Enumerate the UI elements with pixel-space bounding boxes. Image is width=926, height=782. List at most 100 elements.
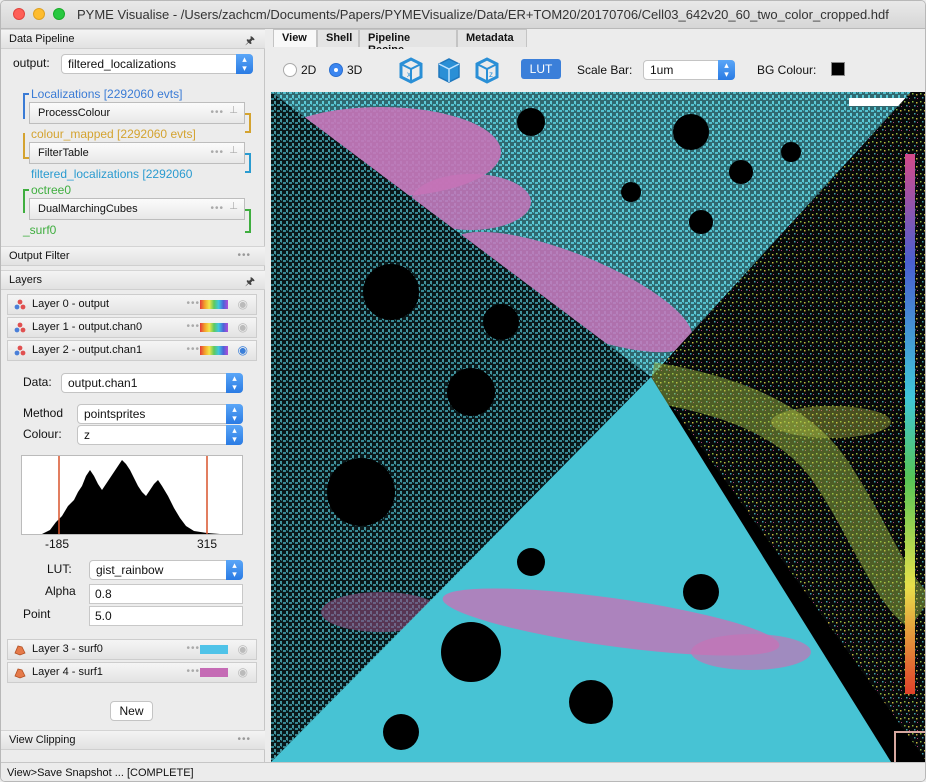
tab-metadata[interactable]: Metadata — [457, 29, 527, 47]
pipeline-output-colour-mapped[interactable]: colour_mapped [2292060 evts] — [31, 127, 196, 141]
pin-icon[interactable]: ⊥ — [229, 145, 238, 156]
pipeline-connector — [245, 153, 251, 173]
view-clipping-title: View Clipping — [9, 734, 76, 746]
drag-handle-icon[interactable]: ••• — [186, 643, 200, 654]
pin-icon[interactable]: ⊥ — [229, 201, 238, 212]
output-select-value: filtered_localizations — [68, 57, 177, 71]
pipeline-output-surf0[interactable]: _surf0 — [23, 223, 56, 237]
select-arrows-icon: ▴ ▾ — [226, 425, 243, 445]
drag-handle-icon[interactable]: ••• — [186, 321, 200, 332]
mode-2d-label: 2D — [301, 63, 317, 77]
output-select[interactable]: filtered_localizations ▴ ▾ — [61, 54, 253, 74]
drag-handle-icon[interactable]: ••• — [186, 344, 200, 355]
tab-view[interactable]: View — [273, 29, 317, 47]
method-select-value: pointsprites — [84, 407, 146, 421]
data-select[interactable]: output.chan1 ▴ ▾ — [61, 373, 243, 393]
lut-select-value: gist_rainbow — [96, 563, 164, 577]
histogram[interactable] — [21, 455, 243, 535]
layers-header[interactable]: Layers 🖈 — [1, 270, 265, 290]
tab-shell[interactable]: Shell — [317, 29, 359, 47]
histogram-max: 315 — [197, 537, 218, 551]
histogram-plot — [42, 456, 220, 534]
layer-label: Layer 4 - surf1 — [32, 666, 103, 678]
view-clipping-header[interactable]: View Clipping ••• — [1, 730, 265, 750]
module-filtertable[interactable]: FilterTable ••• ⊥ — [29, 142, 245, 164]
close-window-button[interactable] — [13, 8, 25, 20]
svg-text:x: x — [407, 70, 411, 79]
mode-3d-label: 3D — [347, 63, 363, 77]
pipeline-connector — [245, 113, 251, 133]
bg-colour-label: BG Colour: — [757, 63, 817, 77]
eye-icon[interactable]: ◉ — [238, 642, 248, 656]
drag-handle-icon[interactable]: ••• — [210, 107, 224, 118]
eye-icon[interactable]: ◉ — [238, 343, 248, 357]
window-title: PYME Visualise - /Users/zachcm/Documents… — [77, 7, 889, 22]
point-size-input[interactable]: 5.0 — [89, 606, 243, 626]
bg-colour-swatch[interactable] — [831, 62, 845, 76]
module-processcolour[interactable]: ProcessColour ••• ⊥ — [29, 102, 245, 124]
data-label: Data: — [23, 375, 52, 389]
layer-row-0[interactable]: Layer 0 - output ••• ◉ — [7, 294, 257, 315]
drag-handle-icon[interactable]: ••• — [186, 298, 200, 309]
render-canvas[interactable] — [271, 92, 925, 762]
module-name: DualMarchingCubes — [38, 203, 138, 215]
pipeline-connector — [245, 209, 251, 233]
method-select[interactable]: pointsprites ▴ ▾ — [77, 404, 243, 424]
eye-icon[interactable]: ◉ — [238, 320, 248, 334]
pipeline-output-octree[interactable]: octree0 — [31, 183, 71, 197]
mode-3d-radio[interactable] — [329, 63, 343, 77]
pin-icon[interactable]: 🖈 — [245, 273, 255, 292]
drag-handle-icon[interactable]: ••• — [210, 147, 224, 158]
drag-handle-icon[interactable]: ••• — [237, 250, 251, 261]
colour-select[interactable]: z ▴ ▾ — [77, 425, 243, 445]
scale-bar-select[interactable]: 1um ▴ ▾ — [643, 60, 735, 80]
drag-handle-icon[interactable]: ••• — [237, 734, 251, 745]
alpha-input[interactable]: 0.8 — [89, 584, 243, 604]
layer-row-1[interactable]: Layer 1 - output.chan0 ••• ◉ — [7, 317, 257, 338]
rendered-scene — [271, 92, 925, 762]
view-front-cube-icon[interactable]: x — [395, 55, 427, 85]
lut-select[interactable]: gist_rainbow ▴ ▾ — [89, 560, 243, 580]
data-select-value: output.chan1 — [68, 376, 138, 390]
scale-bar-label: Scale Bar: — [577, 63, 633, 77]
svg-text:z: z — [489, 70, 493, 79]
lut-swatch — [200, 323, 228, 332]
pipeline-output-localizations[interactable]: Localizations [2292060 evts] — [31, 87, 182, 101]
pin-icon[interactable]: 🖈 — [245, 32, 255, 51]
scale-bar-value: 1um — [650, 63, 674, 77]
layer-row-3[interactable]: Layer 3 - surf0 ••• ◉ — [7, 639, 257, 660]
zoom-window-button[interactable] — [53, 8, 65, 20]
surface-layer-icon — [14, 645, 26, 656]
layers-title: Layers — [9, 274, 43, 286]
select-arrows-icon: ▴ ▾ — [226, 560, 243, 580]
eye-icon[interactable]: ◉ — [238, 297, 248, 311]
drag-handle-icon[interactable]: ••• — [210, 203, 224, 214]
view-side-cube-icon[interactable]: z — [471, 55, 503, 85]
new-layer-button[interactable]: New — [110, 701, 153, 721]
surface-layer-icon — [14, 668, 26, 679]
eye-icon[interactable]: ◉ — [238, 665, 248, 679]
layer-row-4[interactable]: Layer 4 - surf1 ••• ◉ — [7, 662, 257, 683]
alpha-value: 0.8 — [95, 587, 112, 601]
data-pipeline-title: Data Pipeline — [9, 33, 75, 45]
lut-swatch — [200, 346, 228, 355]
output-filter-header[interactable]: Output Filter ••• — [1, 246, 265, 266]
status-text: View>Save Snapshot ... [COMPLETE] — [7, 767, 194, 779]
view-top-cube-icon[interactable] — [433, 55, 465, 85]
alpha-label: Alpha — [45, 584, 76, 598]
points-layer-icon — [14, 299, 26, 310]
output-label: output: — [13, 56, 50, 70]
mode-2d-radio[interactable] — [283, 63, 297, 77]
minimize-window-button[interactable] — [33, 8, 45, 20]
drag-handle-icon[interactable]: ••• — [186, 666, 200, 677]
left-panel: Data Pipeline 🖈 output: filtered_localiz… — [1, 29, 265, 762]
layer-label: Layer 1 - output.chan0 — [32, 321, 143, 333]
data-pipeline-header[interactable]: Data Pipeline 🖈 — [1, 29, 265, 49]
tab-pipeline-recipe[interactable]: Pipeline Recipe — [359, 29, 457, 56]
layer-row-2[interactable]: Layer 2 - output.chan1 ••• ◉ — [7, 340, 257, 361]
pipeline-output-filtered[interactable]: filtered_localizations [2292060 — [31, 167, 192, 181]
lut-button[interactable]: LUT — [521, 59, 561, 79]
module-dualmarchingcubes[interactable]: DualMarchingCubes ••• ⊥ — [29, 198, 245, 220]
pin-icon[interactable]: ⊥ — [229, 105, 238, 116]
lut-label: LUT: — [47, 562, 72, 576]
